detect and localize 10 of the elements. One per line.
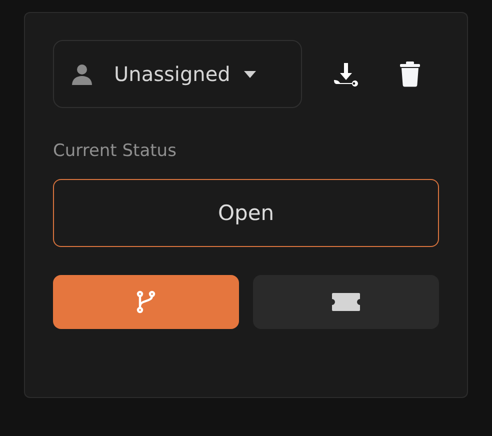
person-icon: [70, 62, 94, 86]
status-label: Current Status: [53, 141, 178, 161]
download-icon: [333, 61, 359, 87]
trash-icon: [399, 61, 421, 87]
branch-icon: [134, 290, 158, 314]
assignee-dropdown[interactable]: Unassigned: [53, 40, 302, 108]
caret-icon: [244, 70, 256, 78]
ticket-icon: [331, 292, 361, 312]
ticket-button[interactable]: [253, 275, 439, 329]
status-field: Open: [53, 179, 439, 247]
